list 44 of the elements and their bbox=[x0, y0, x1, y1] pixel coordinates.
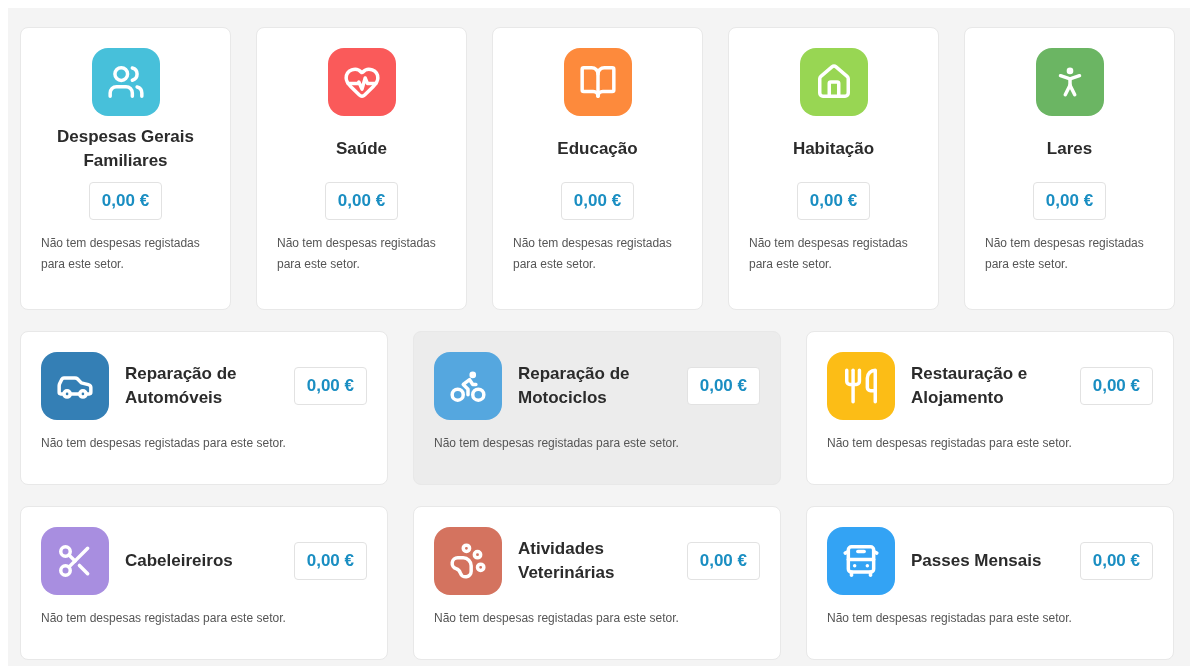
sector-card[interactable]: Despesas Gerais Familiares 0,00 € Não tem despesas registadas para este setor. bbox=[20, 27, 231, 310]
amount-value: 0,00 € bbox=[293, 542, 367, 580]
empty-note: Não tem despesas registadas para este setor. bbox=[985, 235, 1145, 273]
sector-title: Educação bbox=[557, 138, 638, 160]
amount-value: 0,00 € bbox=[324, 182, 399, 220]
sector-title: Restauração e Alojamento bbox=[911, 363, 1029, 409]
sector-title: Passes Mensais bbox=[911, 550, 1043, 572]
amount-value: 0,00 € bbox=[686, 542, 760, 580]
sector-title: Reparação de Automóveis bbox=[125, 363, 238, 409]
amount-value: 0,00 € bbox=[686, 367, 760, 405]
empty-note: Não tem despesas registadas para este setor. bbox=[749, 235, 909, 273]
amount-value: 0,00 € bbox=[293, 367, 367, 405]
amount-value: 0,00 € bbox=[88, 182, 163, 220]
sector-card[interactable]: Educação 0,00 € Não tem despesas registadas para este setor. bbox=[492, 27, 703, 310]
amount-value: 0,00 € bbox=[1079, 367, 1153, 405]
sector-card[interactable]: Restauração e Alojamento 0,00 € Não tem despesas registadas para este setor. bbox=[806, 331, 1174, 485]
empty-note: Não tem despesas registadas para este setor. bbox=[827, 610, 1073, 627]
sector-card[interactable]: Reparação de Motociclos 0,00 € Não tem despesas registadas para este setor. bbox=[413, 331, 781, 485]
empty-note: Não tem despesas registadas para este setor. bbox=[41, 435, 287, 452]
sector-title: Despesas Gerais Familiares bbox=[55, 126, 195, 172]
sector-card[interactable]: Saúde 0,00 € Não tem despesas registadas para este setor. bbox=[256, 27, 467, 310]
sector-card[interactable]: Passes Mensais 0,00 € Não tem despesas registadas para este setor. bbox=[806, 506, 1174, 660]
empty-note: Não tem despesas registadas para este setor. bbox=[434, 610, 680, 627]
sector-title: Saúde bbox=[336, 138, 387, 160]
sector-card[interactable]: Cabeleireiros 0,00 € Não tem despesas registadas para este setor. bbox=[20, 506, 388, 660]
empty-note: Não tem despesas registadas para este setor. bbox=[41, 235, 201, 273]
sector-title: Habitação bbox=[792, 138, 875, 160]
sector-card[interactable]: Habitação 0,00 € Não tem despesas registadas para este setor. bbox=[728, 27, 939, 310]
amount-value: 0,00 € bbox=[1032, 182, 1107, 220]
empty-note: Não tem despesas registadas para este setor. bbox=[41, 610, 287, 627]
empty-note: Não tem despesas registadas para este setor. bbox=[277, 235, 437, 273]
amount-value: 0,00 € bbox=[796, 182, 871, 220]
amount-value: 0,00 € bbox=[1079, 542, 1153, 580]
sector-title: Lares bbox=[1046, 138, 1093, 160]
empty-note: Não tem despesas registadas para este setor. bbox=[827, 435, 1073, 452]
sector-card[interactable]: Lares 0,00 € Não tem despesas registadas para este setor. bbox=[964, 27, 1175, 310]
sector-title: Atividades Veterinárias bbox=[518, 538, 616, 584]
sector-title: Reparação de Motociclos bbox=[518, 363, 631, 409]
empty-note: Não tem despesas registadas para este setor. bbox=[434, 435, 680, 452]
empty-note: Não tem despesas registadas para este setor. bbox=[513, 235, 673, 273]
sector-card[interactable]: Reparação de Automóveis 0,00 € Não tem despesas registadas para este setor. bbox=[20, 331, 388, 485]
sector-card[interactable]: Atividades Veterinárias 0,00 € Não tem despesas registadas para este setor. bbox=[413, 506, 781, 660]
sector-title: Cabeleireiros bbox=[125, 550, 234, 572]
amount-value: 0,00 € bbox=[560, 182, 635, 220]
